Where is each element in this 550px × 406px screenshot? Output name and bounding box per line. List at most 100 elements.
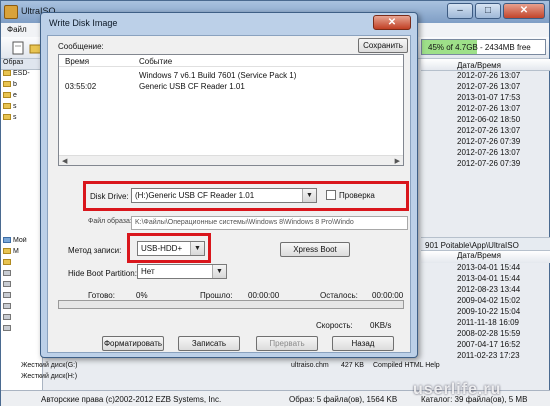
tree-item[interactable] <box>1 292 43 303</box>
date-column-header[interactable]: Дата/Время <box>421 251 550 263</box>
list-item[interactable]: 2012-07-26 07:39 <box>421 159 550 170</box>
image-file-path[interactable]: K:\Файлы\Операционные системы\Windows 8\… <box>131 216 408 230</box>
list-item[interactable]: 2012-08-23 13:44 <box>421 285 550 296</box>
remaining-value: 00:00:00 <box>372 291 404 300</box>
save-log-button[interactable]: Сохранить <box>358 38 408 53</box>
list-item[interactable]: 2007-04-17 16:52 <box>421 340 550 351</box>
top-file-date-list: 2012-07-26 13:07 2012-07-26 13:07 2013-0… <box>421 71 550 170</box>
tree-item[interactable] <box>1 270 43 281</box>
close-window-button[interactable]: ✕ <box>503 3 545 19</box>
free-space-label: 45% of 4.7GB - 2434MB free <box>428 43 531 52</box>
list-item[interactable]: 2013-04-01 15:44 <box>421 263 550 274</box>
list-item[interactable]: 2009-10-22 15:04 <box>421 307 550 318</box>
drive-label: Жесткий диск(H:) <box>21 373 78 380</box>
dialog-title-bar: Write Disk Image ✕ <box>41 13 417 33</box>
list-item[interactable]: 2012-07-26 13:07 <box>421 82 550 93</box>
watermark-text: userlife.ru <box>413 381 502 398</box>
tree-item[interactable]: b <box>1 81 42 92</box>
done-value: 0% <box>136 291 148 300</box>
message-log: Время Событие Windows 7 v6.1 Build 7601 … <box>58 54 404 166</box>
drive-icon <box>3 281 11 287</box>
time-column-header[interactable]: Время <box>65 57 89 66</box>
back-button[interactable]: Назад <box>332 336 394 351</box>
copyright-text: Авторские права (c)2002-2012 EZB Systems… <box>41 395 222 404</box>
local-path-bar[interactable]: 901 Poitable\App\UltraISO <box>421 237 550 251</box>
list-item[interactable]: 2013-01-07 17:53 <box>421 93 550 104</box>
drive-row-g[interactable]: Жесткий диск(G:) ultraiso.chm 427 KB Com… <box>1 361 440 372</box>
tree-item[interactable] <box>1 325 43 336</box>
xpress-boot-button[interactable]: Xpress Boot <box>280 242 350 257</box>
list-item[interactable]: 2012-07-26 13:07 <box>421 71 550 82</box>
dialog-title: Write Disk Image <box>49 18 118 28</box>
list-item[interactable]: 2012-07-26 07:39 <box>421 137 550 148</box>
log-event: Windows 7 v6.1 Build 7601 (Service Pack … <box>139 71 297 80</box>
elapsed-value: 00:00:00 <box>248 291 280 300</box>
list-item[interactable]: 2009-04-02 15:02 <box>421 296 550 307</box>
list-item[interactable]: 2011-11-18 16:09 <box>421 318 550 329</box>
dialog-body: Сообщение: Сохранить Время Событие Windo… <box>47 35 411 353</box>
new-file-icon[interactable] <box>11 41 25 55</box>
folder-icon <box>3 248 11 254</box>
drive-icon <box>3 325 11 331</box>
left-tree-pane: Образ ESD- b e s s Мой M <box>1 59 43 391</box>
drive-label: Жесткий диск(G:) <box>21 362 78 369</box>
hide-boot-value: Нет <box>141 267 155 276</box>
list-item[interactable]: 2012-07-26 13:07 <box>421 104 550 115</box>
write-button[interactable]: Записать <box>178 336 240 351</box>
folder-icon <box>3 114 11 120</box>
folder-icon <box>3 70 11 76</box>
drive-icon <box>3 292 11 298</box>
tree-item[interactable]: s <box>1 114 42 125</box>
scroll-left-icon[interactable]: ◀ <box>62 157 67 165</box>
date-column-header[interactable]: Дата/Время <box>421 59 550 71</box>
bottom-file-date-list: Дата/Время 2013-04-01 15:44 2013-04-01 1… <box>421 251 550 362</box>
list-item[interactable]: 2012-07-26 13:07 <box>421 126 550 137</box>
tree-item[interactable]: e <box>1 92 42 103</box>
tree-item[interactable] <box>1 303 43 314</box>
write-method-highlight <box>127 233 211 263</box>
maximize-button[interactable]: □ <box>475 3 501 19</box>
message-label: Сообщение: <box>58 42 104 51</box>
abort-button[interactable]: Прервать <box>256 336 318 351</box>
drive-icon <box>3 303 11 309</box>
list-item[interactable]: 2012-06-02 18:50 <box>421 115 550 126</box>
menu-file[interactable]: Файл <box>7 25 27 34</box>
speed-value: 0KB/s <box>370 321 392 330</box>
write-progress-bar <box>58 300 404 309</box>
log-horizontal-scrollbar[interactable]: ◀ ▶ <box>59 155 403 165</box>
tree-item[interactable]: Мой <box>1 237 43 248</box>
speed-label: Скорость: <box>316 321 353 330</box>
ultraiso-app-icon <box>4 5 18 19</box>
tree-item[interactable] <box>1 259 43 270</box>
disk-drive-highlight <box>83 181 409 211</box>
hide-boot-label: Hide Boot Partition: <box>68 269 137 278</box>
drive-row-h[interactable]: Жесткий диск(H:) <box>1 372 421 383</box>
folder-icon <box>3 103 11 109</box>
computer-icon <box>3 237 11 243</box>
drive-icon <box>3 314 11 320</box>
tree-item[interactable]: M <box>1 248 43 259</box>
hide-boot-select[interactable]: Нет ▼ <box>137 264 227 279</box>
minimize-button[interactable]: – <box>447 3 473 19</box>
tree-item[interactable] <box>1 314 43 325</box>
file-size: 427 KB <box>341 362 364 369</box>
log-header: Время Событие <box>59 55 403 67</box>
event-column-header[interactable]: Событие <box>139 57 172 66</box>
remaining-label: Осталось: <box>320 291 358 300</box>
list-item[interactable]: 2012-07-26 13:07 <box>421 148 550 159</box>
folder-icon <box>3 92 11 98</box>
scroll-right-icon[interactable]: ▶ <box>395 157 400 165</box>
list-item[interactable]: 2008-02-28 15:59 <box>421 329 550 340</box>
left-pane-header: Образ <box>1 59 42 70</box>
tree-item[interactable] <box>1 281 43 292</box>
tree-item[interactable]: s <box>1 103 42 114</box>
write-method-label: Метод записи: <box>68 246 122 255</box>
list-item[interactable]: 2011-02-23 17:23 <box>421 351 550 362</box>
list-item[interactable]: 2013-04-01 15:44 <box>421 274 550 285</box>
tree-item[interactable]: ESD- <box>1 70 42 81</box>
image-file-count: Образ: 5 файла(ов), 1564 KB <box>289 395 398 404</box>
dialog-close-button[interactable]: ✕ <box>373 15 411 30</box>
log-event: Generic USB CF Reader 1.01 <box>139 82 245 91</box>
file-type: Compiled HTML Help <box>373 362 440 369</box>
format-button[interactable]: Форматировать <box>102 336 164 351</box>
